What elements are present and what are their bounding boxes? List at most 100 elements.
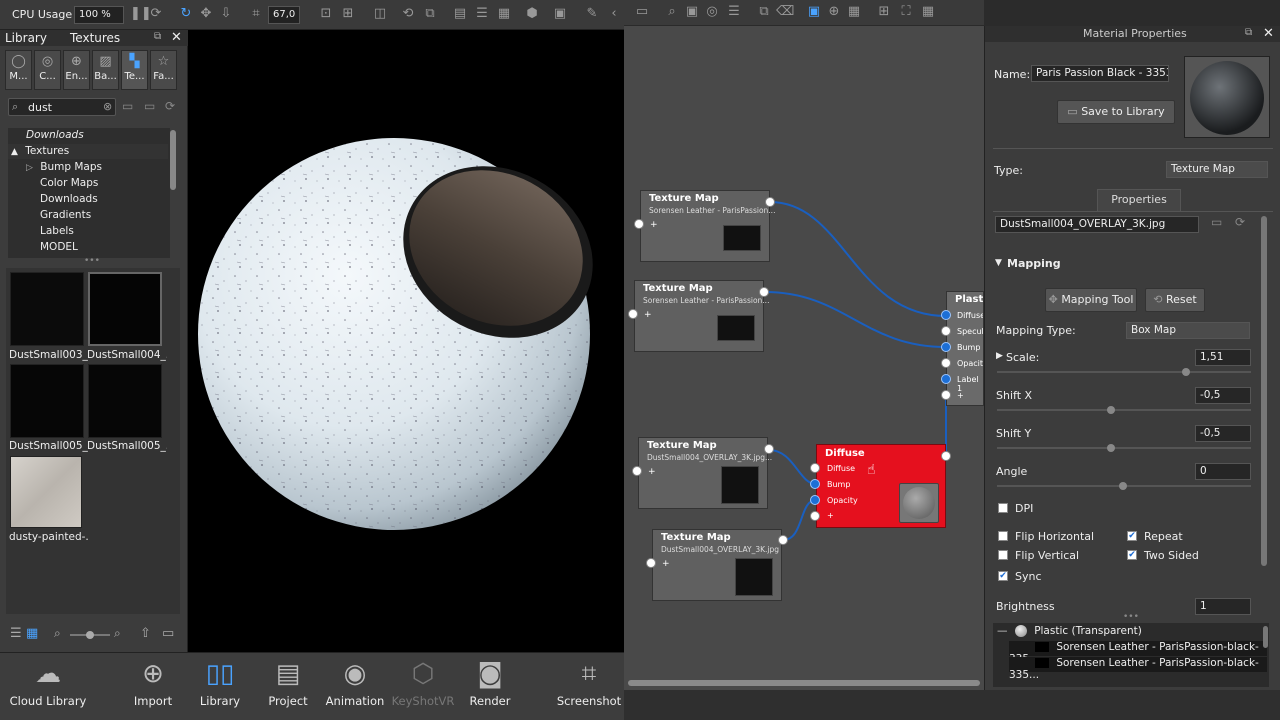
refresh-icon[interactable]: ⟳ bbox=[148, 6, 164, 22]
texture-map-node[interactable]: Texture Map DustSmall004_OVERLAY_3K.jpg.… bbox=[638, 437, 772, 509]
crop-icon[interactable]: ⌗ bbox=[248, 6, 264, 22]
slider-knob[interactable] bbox=[1107, 406, 1115, 414]
folder-add-icon[interactable]: ▭ bbox=[144, 99, 155, 113]
add-pin-port[interactable] bbox=[810, 511, 820, 521]
grid-view-icon[interactable]: ▦ bbox=[26, 626, 38, 641]
float-icon[interactable]: ⧉ bbox=[154, 31, 161, 42]
move-icon[interactable]: ✥ bbox=[198, 6, 214, 22]
plastic-opacity-port[interactable] bbox=[941, 358, 951, 368]
zoom-field[interactable]: 67,0 bbox=[268, 6, 300, 24]
collapsed-arrow-icon[interactable]: ▷ bbox=[26, 163, 33, 173]
upload-icon[interactable]: ⇧ bbox=[140, 626, 151, 641]
project-button[interactable]: ▤ Project bbox=[254, 653, 322, 720]
splitter-handle[interactable]: ••• bbox=[1123, 612, 1139, 622]
dpi-checkbox[interactable] bbox=[998, 503, 1008, 513]
flip-vertical-checkbox[interactable] bbox=[998, 550, 1008, 560]
scale-slider[interactable] bbox=[997, 368, 1251, 376]
tree-item-gradients[interactable]: Gradients bbox=[40, 208, 200, 223]
opacity-pin-port[interactable] bbox=[810, 495, 820, 505]
output-port[interactable] bbox=[778, 535, 788, 545]
cpu-usage-select[interactable]: 100 % bbox=[74, 6, 124, 24]
graph-horizontal-scrollbar[interactable] bbox=[628, 680, 980, 686]
save-to-library-button[interactable]: ▭ Save to Library bbox=[1057, 100, 1175, 124]
scene-tree-row-plastic[interactable]: — Plastic (Transparent) bbox=[997, 625, 1269, 640]
close-icon[interactable]: ✕ bbox=[1263, 26, 1274, 41]
output-port[interactable] bbox=[759, 287, 769, 297]
collapse-icon[interactable]: — bbox=[997, 625, 1008, 637]
library-button[interactable]: ▯▯ Library bbox=[186, 653, 254, 720]
texture-map-node[interactable]: Texture Map DustSmall004_OVERLAY_3K.jpg … bbox=[652, 529, 782, 601]
scene-tree-row-texture[interactable]: Sorensen Leather - ParisPassion-black-33… bbox=[1009, 641, 1267, 665]
slider-knob[interactable] bbox=[1107, 444, 1115, 452]
brightness-field[interactable]: 1 bbox=[1195, 598, 1251, 615]
plastic-add-port[interactable] bbox=[941, 390, 951, 400]
plastic-material-node[interactable]: Plasti Diffuse Specula Bump Opacity Labe… bbox=[946, 291, 984, 406]
output-port[interactable] bbox=[941, 451, 951, 461]
mapping-section-header[interactable]: Mapping bbox=[1007, 257, 1061, 270]
shift-y-field[interactable]: -0,5 bbox=[1195, 425, 1251, 442]
render-viewport[interactable] bbox=[188, 30, 624, 652]
category-favorites[interactable]: ☆ Fa... bbox=[150, 50, 177, 90]
input-port[interactable] bbox=[646, 558, 656, 568]
tree-item-labels[interactable]: Labels bbox=[40, 224, 200, 239]
folder-open-icon[interactable]: ▭ bbox=[162, 626, 174, 641]
sync-checkbox[interactable]: ✔ bbox=[998, 571, 1008, 581]
tree-item-downloads[interactable]: Downloads bbox=[26, 128, 186, 143]
thumbnail-dusty-painted[interactable] bbox=[10, 456, 82, 528]
clapper-icon[interactable]: ▤ bbox=[452, 6, 468, 22]
plastic-specular-port[interactable] bbox=[941, 326, 951, 336]
thumbnail-size-slider[interactable] bbox=[70, 631, 110, 639]
panel-icon[interactable]: ▣ bbox=[552, 6, 568, 22]
copy-icon[interactable]: ⧉ bbox=[422, 6, 438, 22]
repeat-checkbox[interactable]: ✔ bbox=[1127, 531, 1137, 541]
texture-file-field[interactable]: DustSmall004_OVERLAY_3K.jpg bbox=[995, 216, 1199, 233]
reload-icon[interactable]: ⟳ bbox=[1235, 215, 1245, 229]
search-input[interactable]: dust bbox=[28, 101, 52, 114]
clear-search-icon[interactable]: ⊗ bbox=[103, 100, 112, 113]
properties-scrollbar[interactable] bbox=[1261, 216, 1267, 566]
angle-slider[interactable] bbox=[997, 482, 1251, 490]
folder-icon[interactable]: ▭ bbox=[1211, 215, 1222, 229]
float-icon[interactable]: ⧉ bbox=[1245, 27, 1252, 38]
category-environments[interactable]: ⊕ En... bbox=[63, 50, 90, 90]
search-box[interactable]: ⌕ dust ⊗ bbox=[8, 98, 116, 116]
shift-x-slider[interactable] bbox=[997, 406, 1251, 414]
slider-knob[interactable] bbox=[1182, 368, 1190, 376]
material-name-field[interactable]: Paris Passion Black - 33539 #1 bbox=[1031, 65, 1169, 82]
slider-knob[interactable] bbox=[1119, 482, 1127, 490]
paint-icon[interactable]: ✎ bbox=[584, 6, 600, 22]
texture-map-node[interactable]: Texture Map Sorensen Leather - ParisPass… bbox=[634, 280, 769, 352]
tree-item-color-maps[interactable]: Color Maps bbox=[40, 176, 200, 191]
category-materials[interactable]: ◯ M... bbox=[5, 50, 32, 90]
texture-map-node[interactable]: Texture Map Sorensen Leather - ParisPass… bbox=[640, 190, 775, 262]
tree-scrollbar[interactable] bbox=[170, 130, 176, 190]
thumbnail-dustsmall005-a[interactable] bbox=[10, 364, 84, 438]
tab-properties[interactable]: Properties bbox=[1097, 189, 1181, 211]
thumbnail-dustsmall004-selected[interactable] bbox=[88, 272, 162, 346]
import-button[interactable]: ⊕ Import bbox=[118, 653, 188, 720]
close-icon[interactable]: ✕ bbox=[171, 30, 182, 45]
diffuse-node[interactable]: Diffuse Diffuse Bump Opacity + ☝ bbox=[816, 444, 946, 528]
plastic-bump-port[interactable] bbox=[941, 342, 951, 352]
tree-item-bump-maps[interactable]: ▷ Bump Maps bbox=[8, 160, 168, 175]
download-icon[interactable]: ⇩ bbox=[218, 6, 234, 22]
thumbnail-dustsmall003[interactable] bbox=[10, 272, 84, 346]
splitter-handle[interactable]: ••• bbox=[84, 256, 100, 266]
screenshot-tool-icon[interactable]: ◫ bbox=[372, 6, 388, 22]
flip-horizontal-checkbox[interactable] bbox=[998, 531, 1008, 541]
mapping-tool-button[interactable]: ✥ Mapping Tool bbox=[1045, 288, 1137, 312]
tree-item-textures[interactable]: ▲ Textures bbox=[8, 144, 168, 159]
chevron-left-icon[interactable]: ‹ bbox=[606, 6, 622, 22]
shift-x-field[interactable]: -0,5 bbox=[1195, 387, 1251, 404]
output-port[interactable] bbox=[764, 444, 774, 454]
type-dropdown[interactable]: Texture Map bbox=[1166, 161, 1268, 178]
category-colors[interactable]: ◎ C... bbox=[34, 50, 61, 90]
thumbnail-dustsmall005-b[interactable] bbox=[88, 364, 162, 438]
plastic-label-port[interactable] bbox=[941, 374, 951, 384]
tree-item-model[interactable]: MODEL bbox=[40, 240, 200, 255]
render-button[interactable]: ◙ Render bbox=[456, 653, 524, 720]
category-textures[interactable]: ▚ Te... bbox=[121, 50, 148, 90]
sync-icon[interactable]: ⟳ bbox=[165, 99, 175, 113]
stack-icon[interactable]: ☰ bbox=[474, 6, 490, 22]
tree-item-downloads-sub[interactable]: Downloads bbox=[40, 192, 200, 207]
